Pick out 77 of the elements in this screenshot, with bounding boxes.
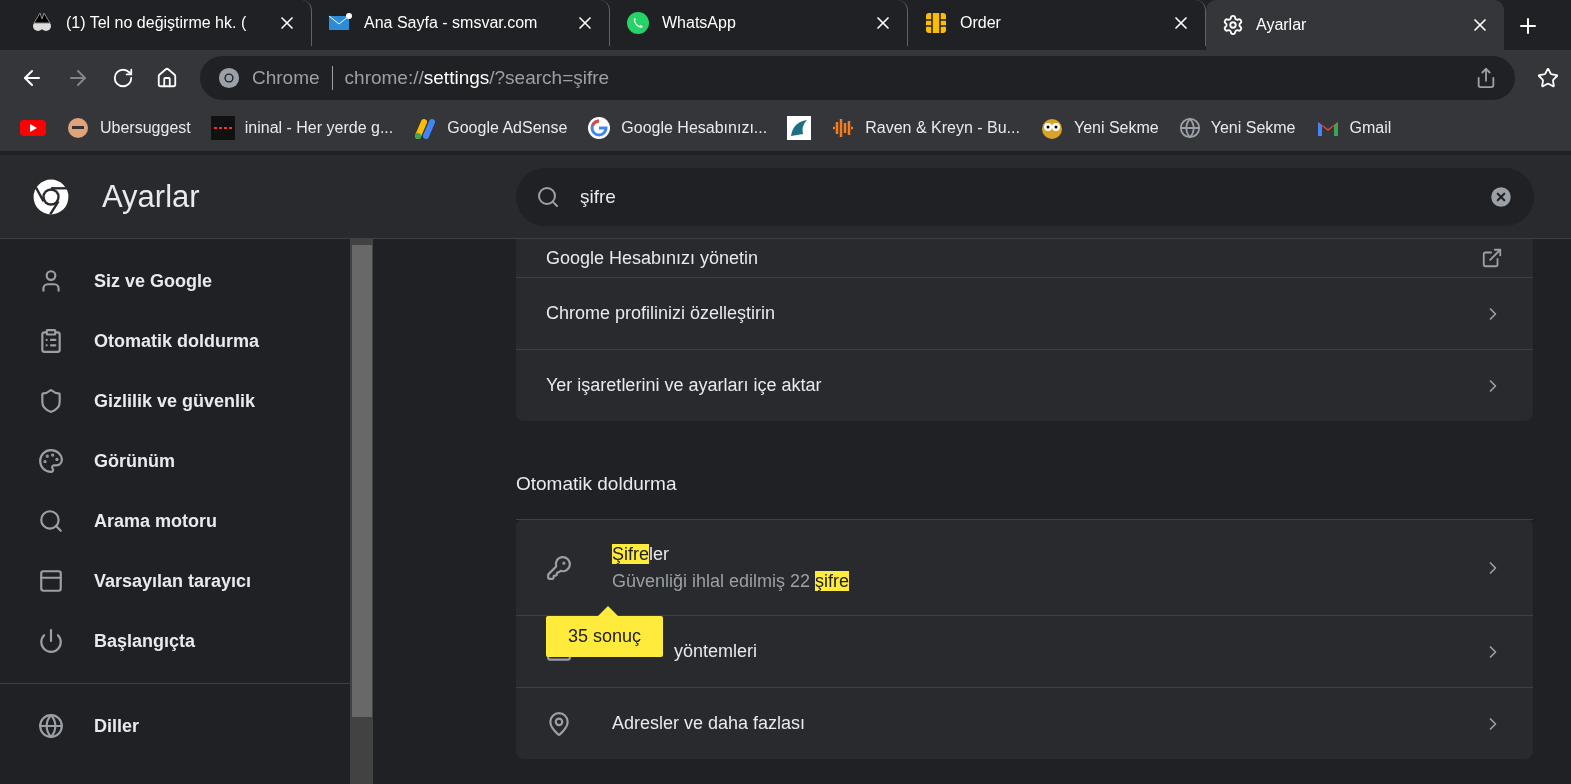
row-label: yöntemleri bbox=[674, 641, 759, 662]
browser-tab[interactable]: Ana Sayfa - smsvar.com bbox=[312, 0, 610, 46]
bookmark-label: Raven & Kreyn - Bu... bbox=[865, 119, 1020, 137]
globe-icon bbox=[38, 713, 64, 739]
browser-tab[interactable]: (1) Tel no değiştirme hk. ( bbox=[14, 0, 312, 46]
google-logo-icon bbox=[587, 116, 612, 140]
bookmark-star-button[interactable] bbox=[1537, 66, 1559, 89]
shield-icon bbox=[38, 388, 64, 414]
settings-row[interactable]: Adresler ve daha fazlası bbox=[516, 687, 1533, 759]
bookmark-link[interactable]: Ubersuggest bbox=[66, 116, 191, 140]
adsense-logo-icon bbox=[413, 116, 438, 140]
sidebar-item[interactable]: Siz ve Google bbox=[0, 251, 350, 311]
bookmark-label: ininal - Her yerde g... bbox=[244, 119, 394, 137]
chrome-logo-icon bbox=[218, 66, 240, 89]
sidebar-item[interactable]: Gizlilik ve güvenlik bbox=[0, 371, 350, 431]
settings-icon bbox=[1222, 14, 1244, 36]
settings-row[interactable]: Google Hesabınızı yönetin bbox=[516, 239, 1533, 277]
bookmark-label: Gmail bbox=[1349, 119, 1392, 137]
browser-tab[interactable]: WhatsApp bbox=[610, 0, 908, 46]
play-icon[interactable] bbox=[20, 118, 46, 138]
owl-icon bbox=[1039, 116, 1064, 140]
browser-tab[interactable]: Order bbox=[908, 0, 1206, 46]
home-button[interactable] bbox=[156, 66, 178, 89]
row-label: Yer işaretlerini ve ayarları içe aktar bbox=[546, 375, 823, 396]
bookmark-label: Google AdSense bbox=[447, 119, 568, 137]
chrome-logo-icon bbox=[32, 177, 70, 216]
location-pin-icon bbox=[546, 710, 572, 737]
bookmark-label: Ubersuggest bbox=[100, 119, 191, 137]
bookmark-link[interactable]: ininal - Her yerde g... bbox=[210, 116, 394, 140]
waveform-icon bbox=[831, 116, 856, 140]
bookmark-label: Yeni Sekme bbox=[1073, 119, 1159, 137]
settings-row[interactable]: Yer işaretlerini ve ayarları içe aktar bbox=[516, 349, 1533, 421]
address-bar[interactable]: Chrome chrome://settings/?search=şifre bbox=[200, 55, 1515, 100]
bird-icon[interactable] bbox=[787, 116, 812, 140]
bookmark-link[interactable]: Google AdSense bbox=[413, 116, 568, 140]
row-label: Adresler ve daha fazlası bbox=[612, 713, 807, 734]
clipboard-icon bbox=[38, 328, 64, 354]
sidebar-item[interactable]: Görünüm bbox=[0, 431, 350, 491]
scrollbar[interactable] bbox=[350, 239, 373, 784]
power-icon bbox=[38, 628, 64, 654]
bookmark-label: Google Hesabınızı... bbox=[621, 119, 768, 137]
row-label: Google Hesabınızı yönetin bbox=[546, 247, 760, 269]
sidebar-item[interactable]: Arama motoru bbox=[0, 491, 350, 551]
browser-tab[interactable]: Ayarlar bbox=[1206, 0, 1504, 50]
browser-window-icon bbox=[38, 568, 64, 594]
external-link-icon[interactable] bbox=[1481, 247, 1503, 269]
bookmark-link[interactable]: Yeni Sekme bbox=[1039, 116, 1159, 140]
sidebar-item[interactable]: Varsayılan tarayıcı bbox=[0, 551, 350, 611]
search-bar[interactable]: şifre bbox=[516, 167, 1534, 226]
settings-row[interactable]: Chrome profilinizi özelleştirin bbox=[516, 277, 1533, 349]
settings-row[interactable]: yöntemleri 35 sonuç bbox=[516, 615, 1533, 687]
key-icon bbox=[546, 554, 572, 581]
tile-icon bbox=[210, 116, 235, 140]
sidebar-item[interactable]: Diller bbox=[0, 696, 350, 756]
row-label: Chrome profilinizi özelleştirin bbox=[546, 303, 777, 324]
results-tooltip: 35 sonuç bbox=[546, 606, 664, 657]
palette-icon bbox=[38, 448, 64, 474]
share-button[interactable] bbox=[1475, 66, 1497, 89]
section-title: Otomatik doldurma bbox=[516, 473, 678, 495]
row-description: Güvenliği ihlal edilmiş 22 şifre bbox=[612, 570, 851, 592]
reload-button[interactable] bbox=[112, 66, 134, 89]
bookmark-link[interactable]: Gmail bbox=[1315, 116, 1392, 140]
settings-row[interactable]: Şifreler Güvenliği ihlal edilmiş 22 şifre bbox=[516, 519, 1533, 615]
sidebar-item[interactable]: Otomatik doldurma bbox=[0, 311, 350, 371]
bookmark-link[interactable]: Google Hesabınızı... bbox=[587, 116, 768, 140]
bookmark-label: Yeni Sekme bbox=[1210, 119, 1296, 137]
sidebar-item[interactable]: Başlangıçta bbox=[0, 611, 350, 671]
globe-icon bbox=[1178, 117, 1201, 139]
page-title: Ayarlar bbox=[102, 178, 200, 215]
chip-icon bbox=[924, 11, 948, 35]
search-input[interactable]: şifre bbox=[578, 184, 1470, 209]
search-icon bbox=[38, 508, 64, 534]
bookmark-link[interactable]: Yeni Sekme bbox=[1178, 117, 1296, 139]
row-label: Şifreler bbox=[612, 543, 671, 565]
search-icon bbox=[536, 184, 560, 209]
chat-bubble-icon bbox=[626, 11, 650, 35]
bookmark-link[interactable]: Raven & Kreyn - Bu... bbox=[831, 116, 1020, 140]
